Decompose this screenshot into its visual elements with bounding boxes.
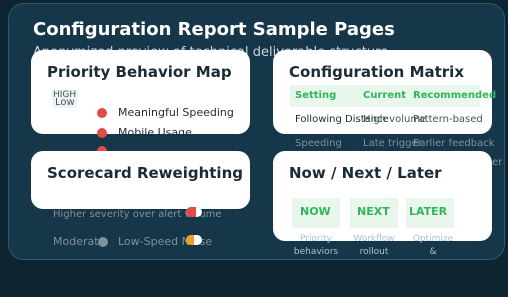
priority-map-title: Priority Behavior Map <box>47 63 232 81</box>
roadmap-label-next: NEXT <box>357 205 390 218</box>
weight-toggle-high[interactable] <box>186 207 202 217</box>
roadmap-item-line: Workflow <box>353 234 395 244</box>
roadmap-item-line: Priority <box>299 234 333 244</box>
matrix-cell: Speeding <box>295 138 342 149</box>
weight-toggle-moderate[interactable] <box>186 235 202 245</box>
matrix-header-current: Current <box>363 90 407 101</box>
legend-speeding: Meaningful Speeding <box>118 106 234 119</box>
roadmap-label-now: NOW <box>300 205 331 218</box>
roadmap-item-line: expand <box>406 259 460 260</box>
roadmap-item-line: behaviors <box>293 247 339 257</box>
scorecard-title: Scorecard Reweighting <box>47 164 243 182</box>
config-matrix-card[interactable]: Configuration Matrix Setting Current Rec… <box>273 50 502 189</box>
legend-dot-mobile <box>97 128 107 138</box>
priority-map-card[interactable]: Priority Behavior Map HIGH Low Meaningfu… <box>31 50 250 156</box>
config-matrix-title: Configuration Matrix <box>289 63 464 81</box>
matrix-cell: Pattern-based <box>413 114 483 125</box>
matrix-cell: Earlier feedback <box>413 138 495 149</box>
roadmap-title: Now / Next / Later <box>289 164 442 182</box>
legend-mobile: Mobile Usage <box>118 126 192 139</box>
roadmap-item: Optimize & expand <box>406 233 460 260</box>
roadmap-item-line: rollout <box>359 247 389 257</box>
roadmap-label-later: LATER <box>409 205 448 218</box>
roadmap-item-line: Optimize <box>412 234 454 244</box>
roadmap-item: Workflow rollout <box>350 233 398 259</box>
report-panel: Configuration Report Sample Pages Anonym… <box>8 3 505 260</box>
axis-low-label: Low <box>53 97 77 108</box>
matrix-header-recommended: Recommended <box>413 90 497 101</box>
legend-dot-speeding <box>97 108 107 118</box>
matrix-header-setting: Setting <box>295 90 337 101</box>
scorecard-bullet-icon <box>98 237 108 247</box>
roadmap-item: Priority behaviors <box>292 233 340 259</box>
roadmap-item-line: & <box>429 247 437 257</box>
report-title: Configuration Report Sample Pages <box>33 19 395 40</box>
roadmap-card[interactable]: Now / Next / Later NOW Priority behavior… <box>273 151 492 257</box>
scorecard-card[interactable]: Scorecard Reweighting High Impact Higher… <box>31 151 250 248</box>
